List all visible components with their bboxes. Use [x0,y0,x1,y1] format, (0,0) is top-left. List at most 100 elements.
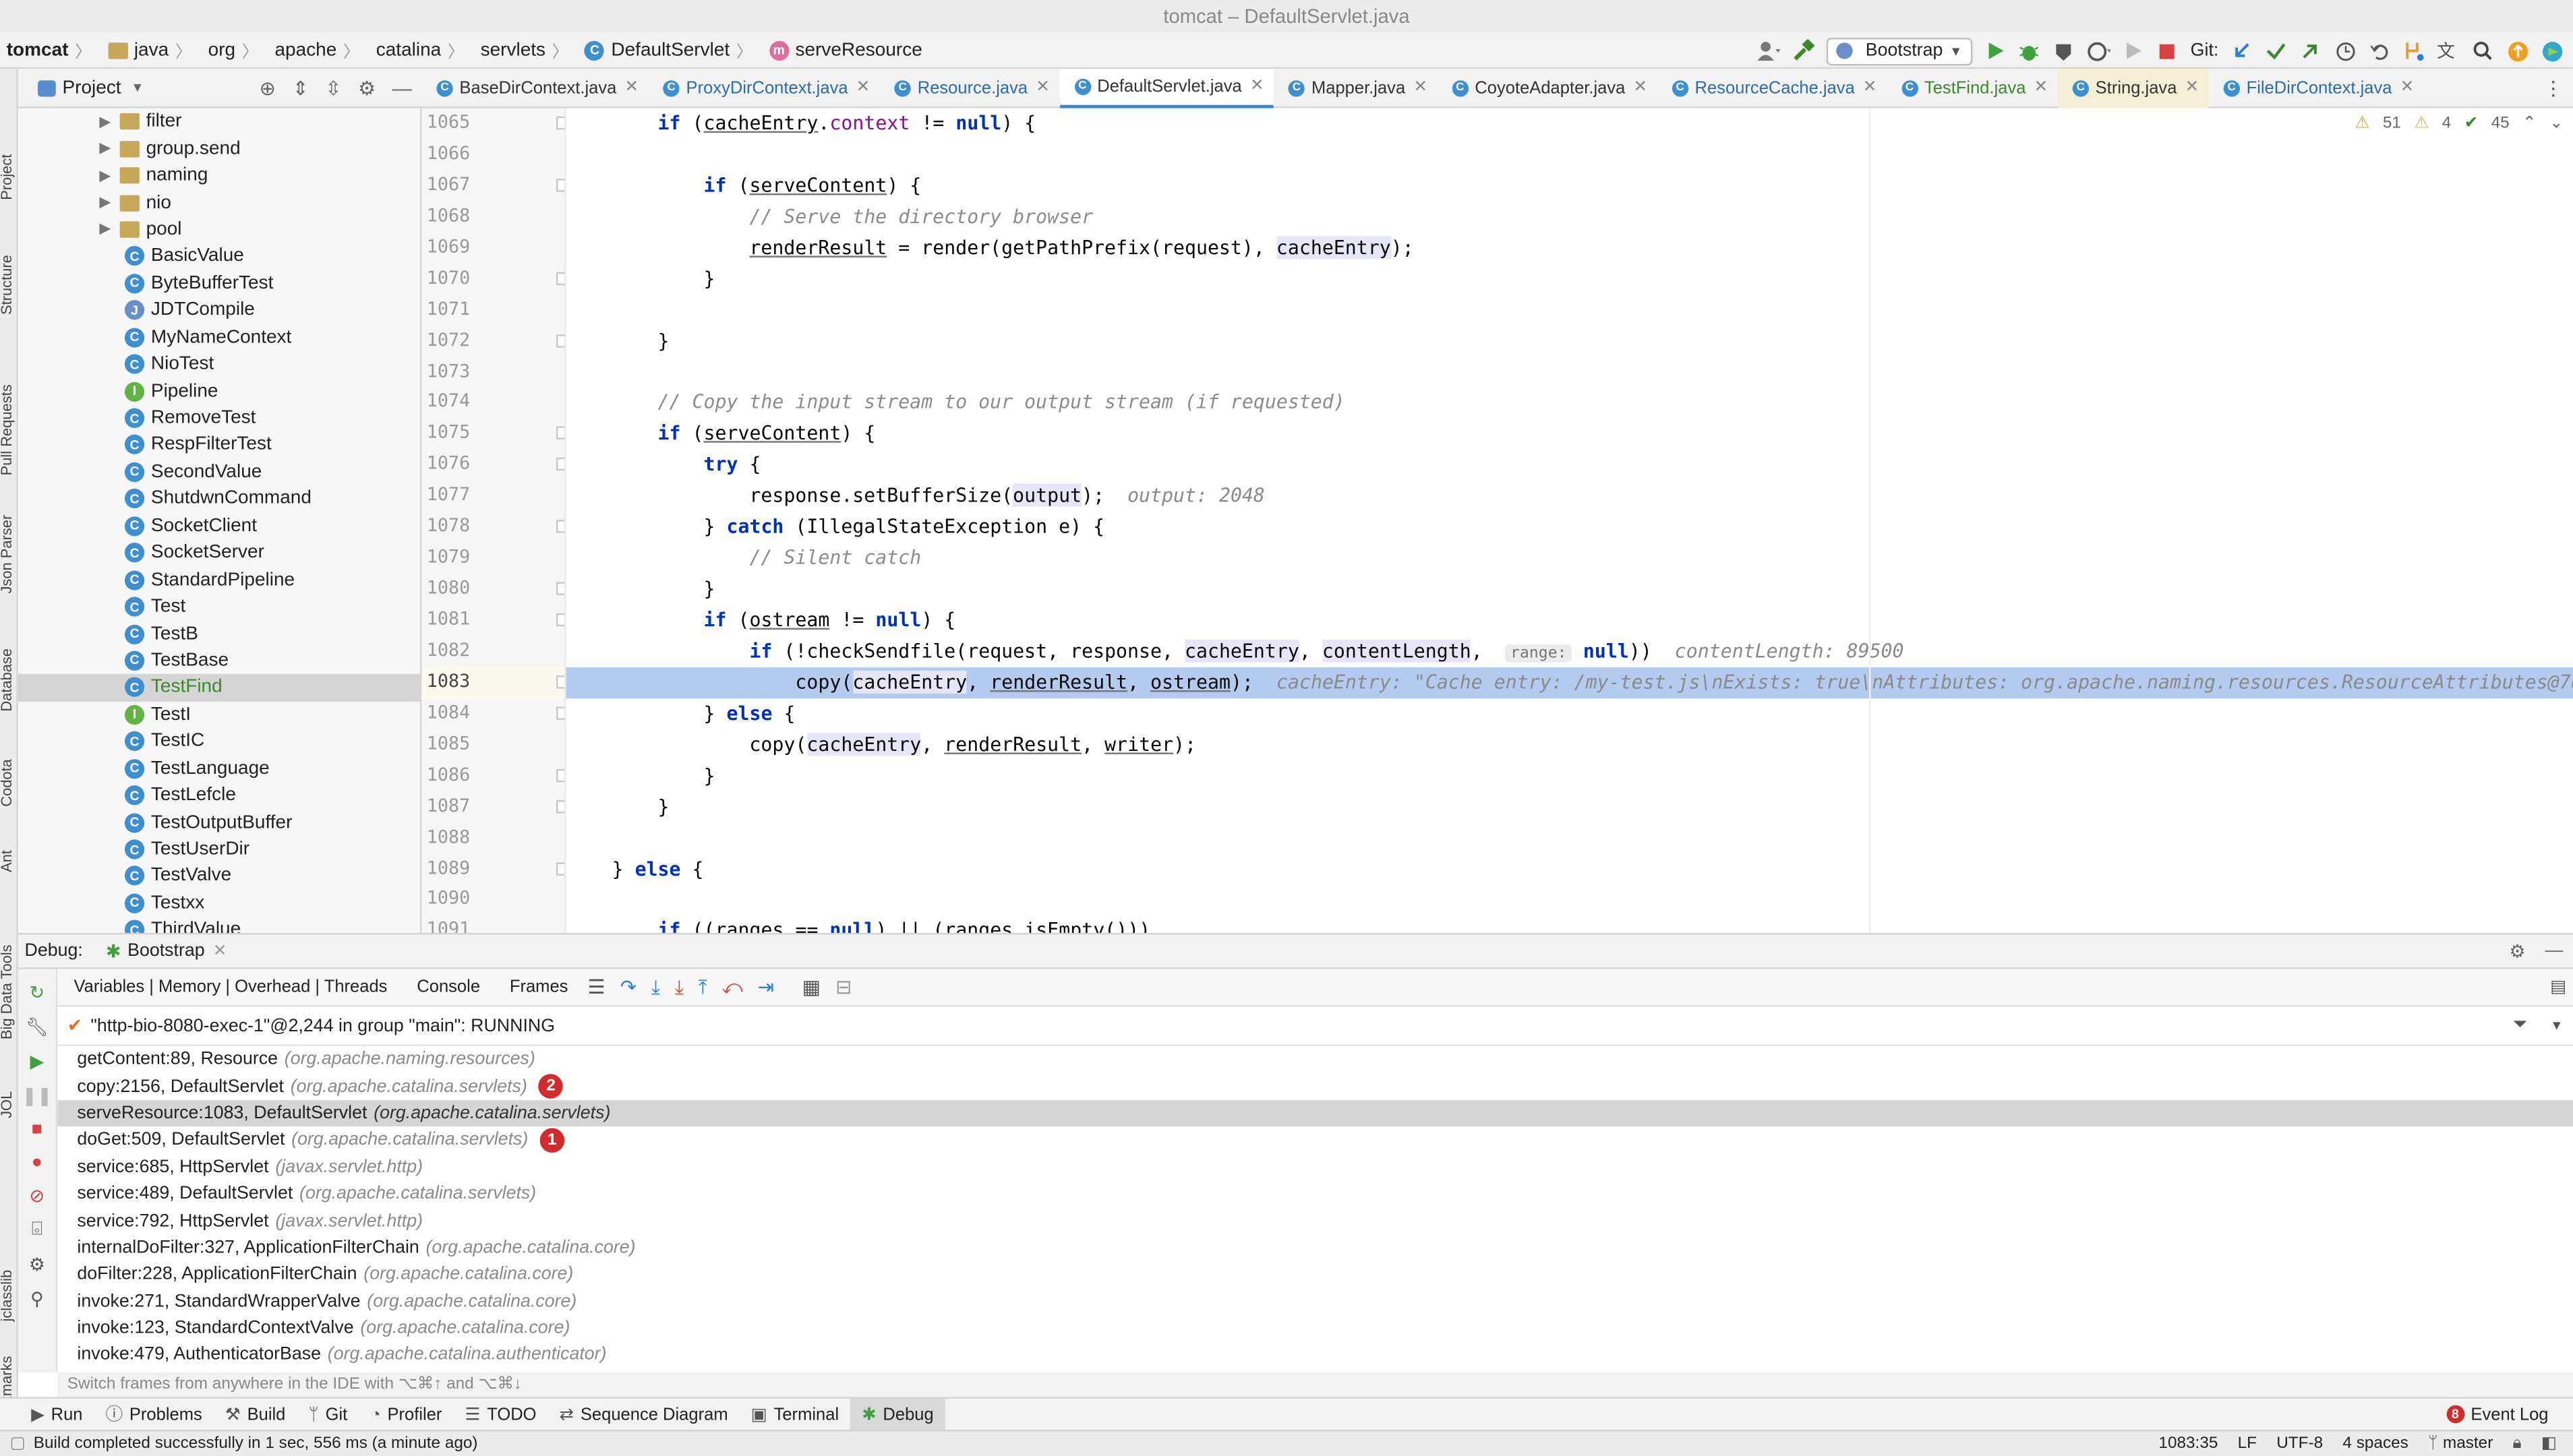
stack-frame[interactable]: service:489, DefaultServlet (org.apache.c… [57,1180,2573,1207]
tree-class-item[interactable]: C TestUserDir [18,836,420,863]
run-to-cursor-icon[interactable]: ⇥ [758,975,774,998]
chevron-down-icon[interactable]: ▼ [131,80,144,95]
editor-tab[interactable]: C String.java ✕ [2057,67,2209,108]
tree-class-item[interactable]: C TestIC [18,728,420,755]
close-icon[interactable]: ✕ [2185,79,2199,97]
line-number[interactable]: 1081 [421,605,565,636]
editor-tab[interactable]: C ProxyDirContext.java ✕ [649,68,880,107]
stop-icon[interactable] [2156,39,2179,62]
inspection-widget[interactable]: ⚠ 51 ⚠ 4 ✔ 45 ⌃ ⌄ [2355,115,2564,133]
fold-marker-icon[interactable] [556,861,565,875]
step-out-icon[interactable]: ⤒ [699,975,707,999]
plugin-icon[interactable] [2540,39,2563,62]
line-number[interactable]: 1069 [421,233,564,264]
tool-window-run[interactable]: ▶ Run [20,1398,94,1431]
gear-icon[interactable]: ⚙ [358,76,376,99]
fold-marker-icon[interactable] [556,768,565,782]
tree-class-item[interactable]: C ThirdValue [18,917,420,934]
step-over-icon[interactable]: ↷ [620,975,637,998]
tool-jclasslib[interactable]: jclasslib [0,1270,15,1322]
chevron-down-icon[interactable]: ▼ [2550,1019,2563,1033]
chevron-up-icon[interactable]: ⌃ [2522,115,2536,133]
rollback-icon[interactable] [2368,39,2391,62]
stack-frame[interactable]: doFilter:228, ApplicationFilterChain (org… [57,1261,2573,1288]
chevron-right-icon[interactable]: ▶ [97,140,113,158]
pause-icon[interactable]: ❚❚ [22,1085,52,1107]
user-icon[interactable] [1757,39,1781,62]
line-number[interactable]: 1066 [421,140,564,171]
breadcrumb-project[interactable]: tomcat 〉 [7,38,101,63]
tool-ant[interactable]: Ant [0,850,15,872]
tree-class-item[interactable]: C RemoveTest [18,404,420,431]
chevron-right-icon[interactable]: ▶ [97,193,113,212]
editor-tab[interactable]: C Mapper.java ✕ [1274,68,1437,107]
breadcrumb-org[interactable]: org 〉 [208,38,268,63]
debug-session-tab[interactable]: Bootstrap [127,941,205,961]
thread-selector[interactable]: ✔ "http-bio-8080-exec-1"@2,244 in group … [57,1006,2573,1046]
tree-class-item[interactable]: C NioTest [18,351,420,377]
fold-marker-icon[interactable] [556,334,565,347]
mute-breakpoints-icon[interactable]: ⊘ [30,1186,45,1207]
line-number[interactable]: 1090 [421,884,564,915]
line-number[interactable]: 1074 [421,388,564,419]
evaluate-icon[interactable]: ▦ [802,975,821,998]
history-icon[interactable] [2334,39,2357,62]
tree-class-item[interactable]: C TestBase [18,647,420,674]
settings-icon[interactable]: ⚙ [29,1254,45,1275]
fold-marker-icon[interactable] [556,582,565,596]
pin-icon[interactable]: ⚲ [30,1289,44,1310]
stack-frame[interactable]: invoke:123, StandardContextValve (org.apa… [57,1315,2573,1342]
tree-class-item[interactable]: J JDTCompile [18,297,420,324]
tree-class-item[interactable]: C TestLanguage [18,755,420,782]
force-step-into-icon[interactable]: ⤓ [675,975,684,999]
lock-icon[interactable]: 🔒︎ [2513,1434,2522,1453]
line-number[interactable]: 1087 [421,791,565,822]
line-number[interactable]: 1068 [421,202,564,233]
tool-database[interactable]: Database [0,648,15,712]
tree-class-item[interactable]: C TestValve [18,863,420,890]
stack-frame[interactable]: copy:2156, DefaultServlet (org.apache.cat… [57,1073,2573,1100]
tool-window-git[interactable]: ᛘ Git [297,1398,359,1431]
chevron-right-icon[interactable]: ▶ [97,113,113,131]
stack-frame[interactable]: internalDoFilter:327, ApplicationFilterC… [57,1234,2573,1261]
tree-class-item[interactable]: C TestLefcle [18,782,420,809]
tree-class-item[interactable]: C SocketClient [18,512,420,539]
locate-icon[interactable]: ⊕ [260,76,276,99]
tool-window-debug[interactable]: ✱ Debug [850,1397,945,1431]
tool-pull-requests[interactable]: Pull Requests [0,384,15,475]
tool-window-terminal[interactable]: ▣ Terminal [740,1398,851,1431]
run-configuration-select[interactable]: Bootstrap ▼ [1826,36,1973,65]
tree-folder[interactable]: ▶ naming [18,162,420,189]
line-number[interactable]: 1075 [421,419,565,450]
collapse-all-icon[interactable]: ⇳ [325,76,341,99]
tree-class-item[interactable]: C MyNameContext [18,324,420,351]
coverage-icon[interactable] [2052,39,2075,62]
indent-setting[interactable]: 4 spaces [2342,1434,2408,1453]
tree-folder[interactable]: ▶ group.send [18,135,420,162]
close-icon[interactable]: ✕ [1250,77,1264,95]
tree-class-item[interactable]: C RespFilterTest [18,431,420,458]
step-into-icon[interactable]: ⤓ [651,975,660,999]
tool-window-todo[interactable]: ☰ TODO [453,1398,548,1431]
resume-icon[interactable]: ▶ [30,1051,44,1072]
close-icon[interactable]: ✕ [1634,79,1647,97]
tree-class-item[interactable]: I TestI [18,701,420,728]
line-number[interactable]: 1084 [421,698,565,729]
editor-tab[interactable]: C BaseDirContext.java ✕ [421,68,648,107]
close-icon[interactable]: ✕ [1413,79,1427,97]
chevron-down-icon[interactable]: ⌄ [2549,115,2563,133]
tree-class-item[interactable]: C TestB [18,620,420,647]
tab-frames[interactable]: Frames [510,977,568,997]
line-number[interactable]: 1072 [421,326,565,357]
breadcrumb-java[interactable]: java 〉 [107,38,202,62]
tree-class-item[interactable]: I Pipeline [18,377,420,404]
file-encoding[interactable]: UTF-8 [2276,1434,2323,1453]
close-icon[interactable]: ✕ [213,942,227,960]
stack-frame[interactable]: service:685, HttpServlet (javax.servlet.h… [57,1153,2573,1180]
tree-class-item[interactable]: C BasicValue [18,243,420,270]
project-view-select[interactable]: Project [62,78,121,98]
stack-frame[interactable]: doGet:509, DefaultServlet (org.apache.cat… [57,1126,2573,1153]
fold-marker-icon[interactable] [556,613,565,627]
chevron-right-icon[interactable]: ▶ [97,166,113,185]
tree-class-item[interactable]: C StandardPipeline [18,566,420,593]
